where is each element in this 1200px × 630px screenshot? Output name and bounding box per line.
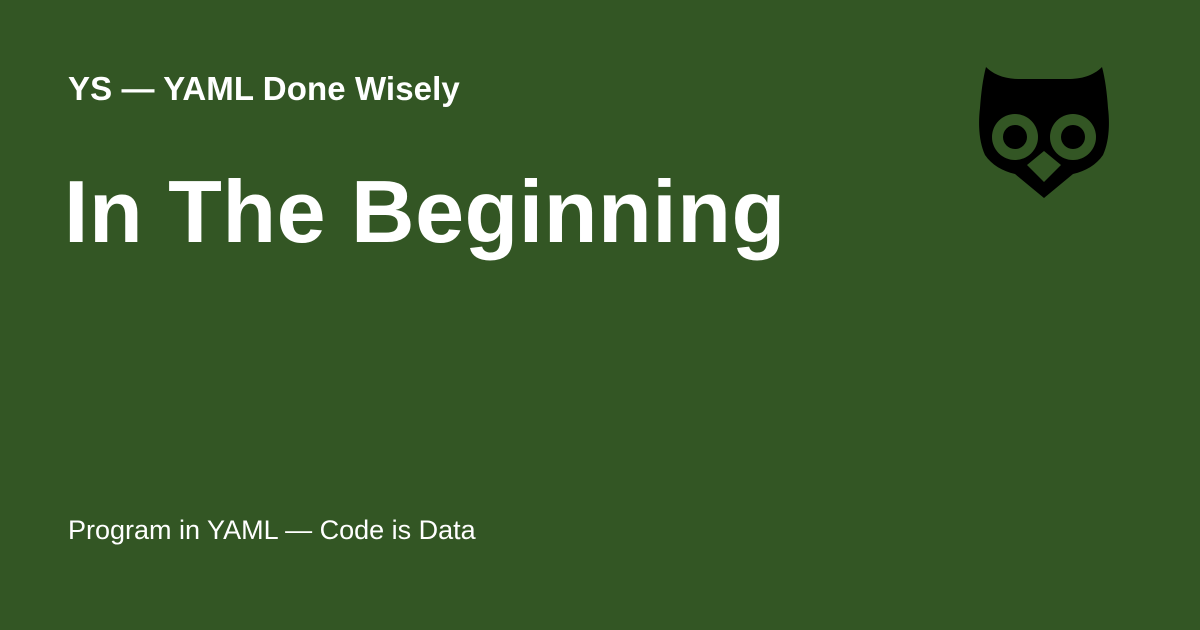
social-card: YS — YAML Done Wisely In The Beginning P… — [0, 0, 1200, 630]
page-title: In The Beginning — [64, 162, 786, 261]
owl-icon — [979, 67, 1109, 198]
site-name: YS — YAML Done Wisely — [68, 70, 460, 107]
tagline: Program in YAML — Code is Data — [68, 515, 476, 545]
